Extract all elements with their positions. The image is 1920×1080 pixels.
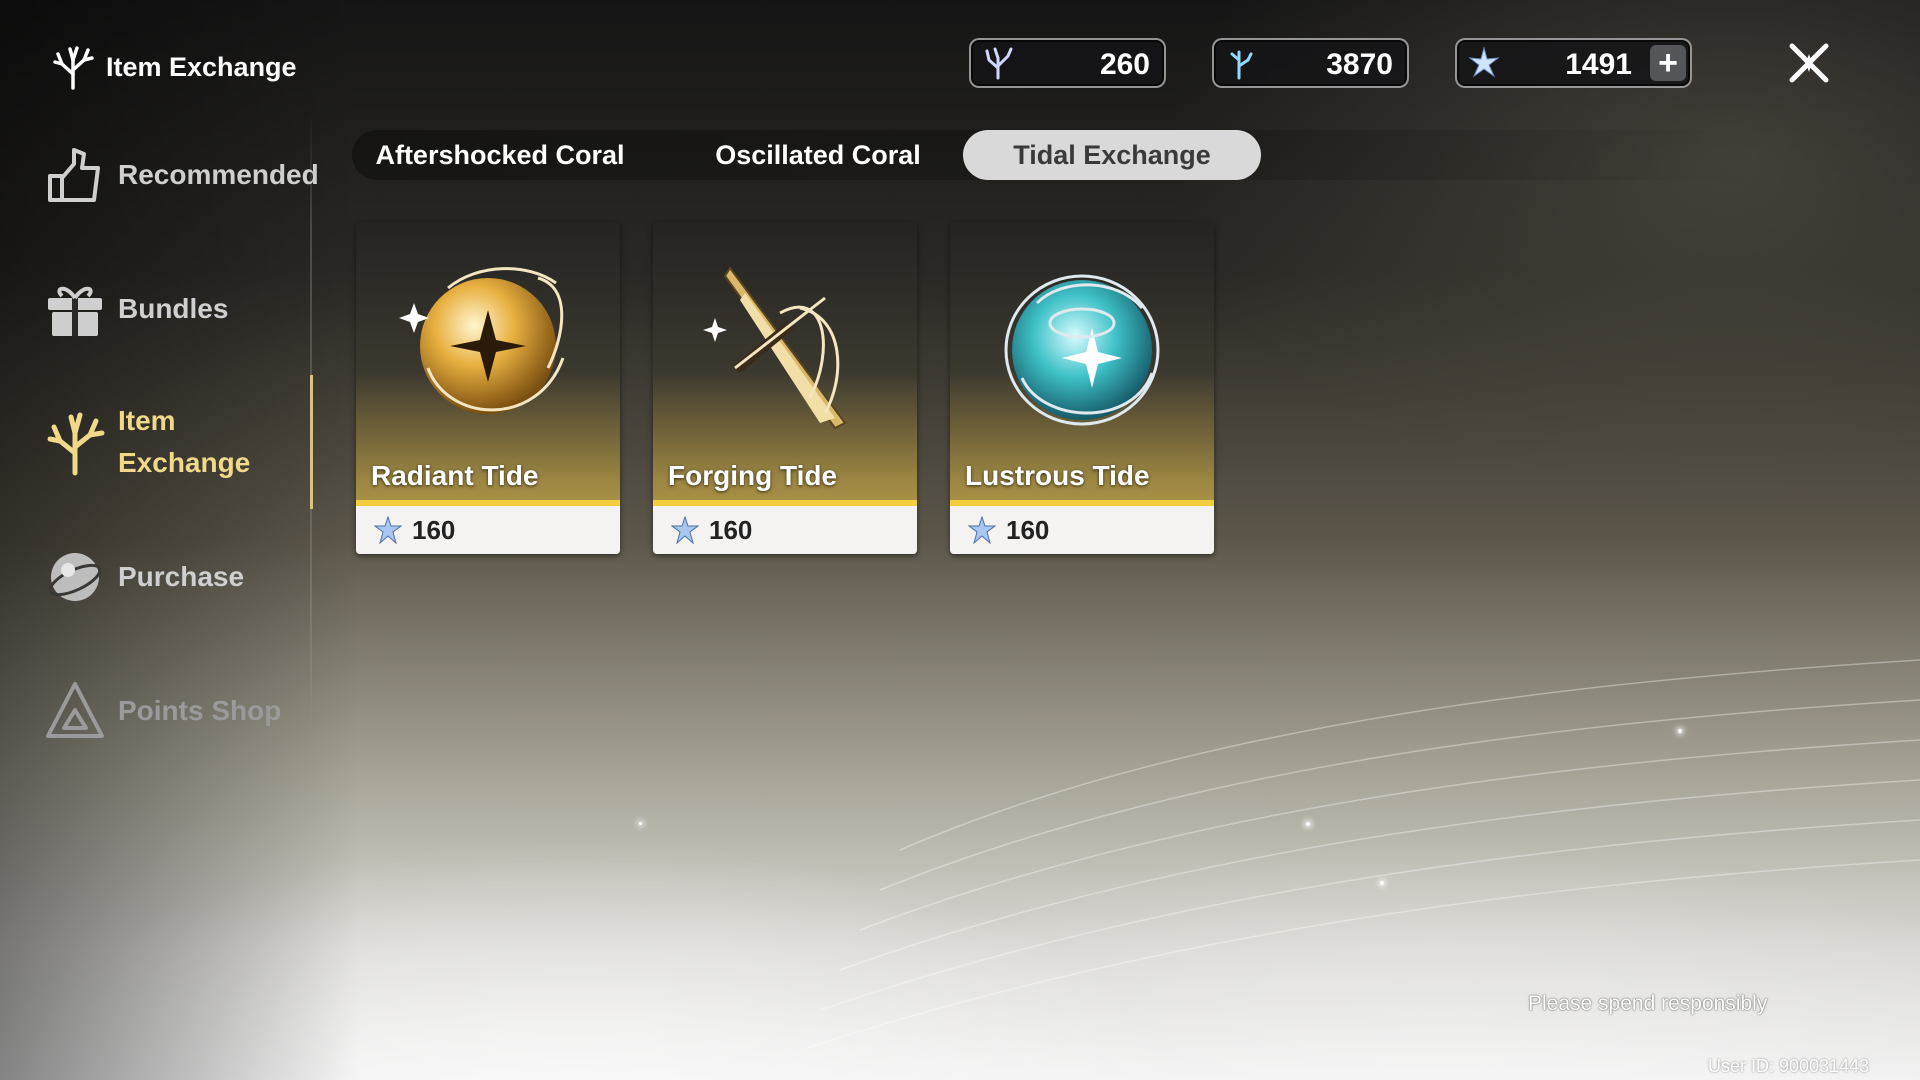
lustrous-tide-orb-icon bbox=[1004, 274, 1160, 426]
item-name: Lustrous Tide bbox=[965, 460, 1150, 491]
item-price: 160 bbox=[950, 506, 1214, 554]
recommended-icon bbox=[48, 148, 100, 202]
user-id: User ID: 900031443 bbox=[1708, 1056, 1870, 1076]
item-price-value: 160 bbox=[412, 514, 456, 545]
lunite-star-icon bbox=[1468, 46, 1500, 78]
currency-lunite[interactable]: 1491 + bbox=[1455, 38, 1692, 88]
sparkle bbox=[1678, 729, 1682, 733]
forging-tide-blade-icon bbox=[703, 266, 847, 430]
sparkle bbox=[1306, 822, 1310, 826]
lunite-star-icon bbox=[671, 516, 699, 544]
sidebar-item-recommended[interactable]: Recommended bbox=[44, 144, 319, 206]
sidebar-item-label: Points Shop bbox=[118, 695, 282, 726]
close-x-icon[interactable] bbox=[1782, 36, 1836, 90]
coral-branch-icon bbox=[47, 412, 105, 476]
sidebar-item-label: Bundles bbox=[118, 293, 229, 324]
item-price: 160 bbox=[653, 506, 917, 554]
item-price: 160 bbox=[356, 506, 620, 554]
currency-value: 3870 bbox=[1326, 48, 1393, 81]
sidebar: Recommended Bundles Item Exchange Purcha… bbox=[0, 100, 320, 800]
item-price-value: 160 bbox=[1006, 514, 1050, 545]
sparkle bbox=[1380, 881, 1384, 885]
item-card-lustrous-tide[interactable]: Lustrous Tide 160 bbox=[950, 222, 1214, 554]
tab-oscillated-coral[interactable]: Oscillated Coral bbox=[670, 130, 966, 180]
currency-value: 1491 bbox=[1565, 48, 1632, 81]
sidebar-item-label: Purchase bbox=[118, 561, 245, 592]
item-name: Radiant Tide bbox=[371, 460, 539, 491]
sidebar-item-item-exchange[interactable]: Item Exchange bbox=[44, 400, 250, 484]
currency-oscillated-coral[interactable]: 3870 bbox=[1212, 38, 1409, 88]
lunite-star-icon bbox=[374, 516, 402, 544]
sidebar-item-label: Recommended bbox=[118, 159, 319, 190]
sidebar-item-points-shop[interactable]: Points Shop bbox=[44, 680, 281, 742]
lunite-star-icon bbox=[968, 516, 996, 544]
item-price-value: 160 bbox=[709, 514, 753, 545]
currency-value: 260 bbox=[1099, 48, 1150, 81]
sidebar-item-purchase[interactable]: Purchase bbox=[44, 546, 244, 608]
item-card-radiant-tide[interactable]: Radiant Tide 160 bbox=[356, 222, 620, 554]
tab-bar: Aftershocked Coral Oscillated Coral Tida… bbox=[352, 130, 1772, 180]
radiant-tide-orb-icon bbox=[399, 267, 565, 414]
oscillated-coral-icon bbox=[1230, 50, 1253, 80]
add-currency-button[interactable]: + bbox=[1650, 45, 1686, 81]
triangle-icon bbox=[46, 682, 104, 738]
spend-responsibly-note: Please spend responsibly bbox=[1528, 992, 1768, 1015]
sidebar-item-label: Item bbox=[118, 405, 176, 436]
sidebar-item-bundles[interactable]: Bundles bbox=[44, 278, 228, 340]
sparkle bbox=[639, 822, 642, 825]
tab-aftershocked-coral[interactable]: Aftershocked Coral bbox=[352, 130, 648, 180]
item-card-forging-tide[interactable]: Forging Tide 160 bbox=[653, 222, 917, 554]
gift-icon bbox=[48, 286, 102, 336]
sidebar-active-indicator bbox=[310, 375, 313, 509]
aftershocked-coral-icon bbox=[985, 47, 1013, 80]
sidebar-item-label: Exchange bbox=[118, 447, 251, 478]
item-name: Forging Tide bbox=[668, 460, 838, 491]
currency-bar: 260 3870 1491 + bbox=[0, 38, 1920, 90]
tab-tidal-exchange[interactable]: Tidal Exchange bbox=[963, 130, 1261, 180]
currency-aftershocked-coral[interactable]: 260 bbox=[969, 38, 1166, 88]
purchase-orb-icon bbox=[48, 553, 102, 601]
